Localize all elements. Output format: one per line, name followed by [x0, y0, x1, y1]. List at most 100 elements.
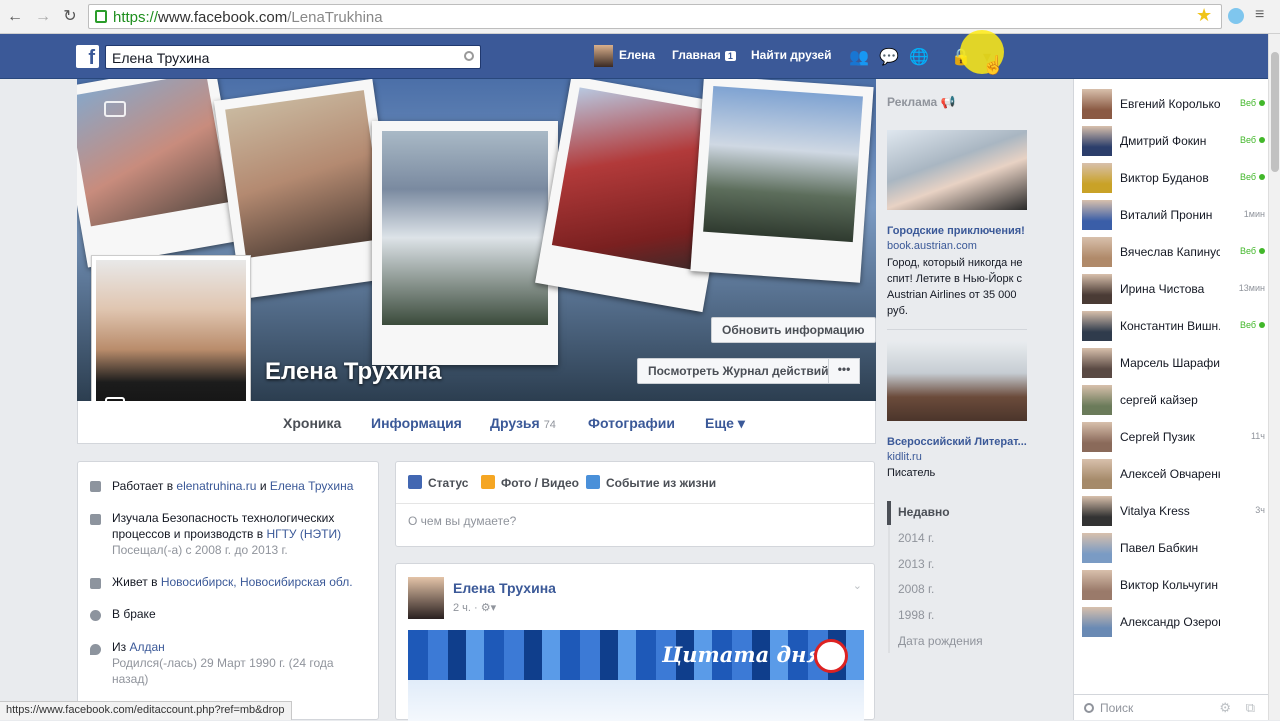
profile-link[interactable]: Елена	[619, 48, 655, 62]
chat-contact[interactable]: Вячеслав Капинус Веб	[1082, 235, 1265, 269]
chat-contact-status: 1мин	[1243, 209, 1265, 219]
ad-2-body: Писатель	[887, 467, 936, 479]
forward-icon[interactable]: →	[32, 6, 54, 28]
scrollbar-thumb[interactable]	[1271, 52, 1279, 172]
messages-icon[interactable]: 💬	[879, 47, 899, 66]
timeline-year-2014[interactable]: 2014 г.	[898, 531, 934, 545]
photo-icon	[481, 475, 495, 489]
timeline-year-1998[interactable]: 1998 г.	[898, 608, 934, 622]
chat-settings-gear-icon[interactable]: ⚙	[1219, 700, 1231, 716]
chat-contact[interactable]: Виталий Пронин 1мин	[1082, 198, 1265, 232]
timeline-year-2008[interactable]: 2008 г.	[898, 582, 934, 596]
chat-contact-status: Веб	[1240, 320, 1265, 330]
chat-contact[interactable]: Константин Вишн... Веб	[1082, 309, 1265, 343]
browser-menu-icon[interactable]: ≡	[1255, 6, 1264, 24]
chat-contact[interactable]: Алексей Овчаренко	[1082, 457, 1265, 491]
chat-contact-status: Веб	[1240, 98, 1265, 108]
tab-more[interactable]: Еще ▾	[705, 415, 745, 432]
chat-contact-avatar	[1082, 422, 1112, 452]
facebook-logo-icon[interactable]: f	[76, 45, 99, 69]
chat-contact-avatar	[1082, 311, 1112, 341]
chat-contact[interactable]: Ирина Чистова 13мин	[1082, 272, 1265, 306]
post-author-avatar[interactable]	[408, 577, 444, 619]
tab-friends[interactable]: Друзья 74	[490, 415, 556, 431]
chat-contact-name: Евгений Корольков	[1120, 97, 1220, 111]
search-input[interactable]: Елена Трухина	[105, 45, 481, 69]
ad-1-host[interactable]: book.austrian.com	[887, 240, 977, 252]
address-bar[interactable]: https://www.facebook.com/LenaTrukhina	[88, 4, 1222, 29]
chat-contact-status: Веб	[1240, 135, 1265, 145]
page-scrollbar[interactable]	[1268, 34, 1280, 720]
chat-contact-status: 13мин	[1238, 283, 1265, 293]
chat-contact[interactable]: Александр Озеров	[1082, 605, 1265, 639]
audience-icon[interactable]: ⚙▾	[481, 602, 496, 614]
ad-1-title[interactable]: Городские приключения!	[887, 225, 1037, 237]
notifications-globe-icon[interactable]: 🌐	[909, 47, 929, 66]
chat-contact-name: сергей кайзер	[1120, 393, 1198, 407]
chat-contact-avatar	[1082, 607, 1112, 637]
ad-1-image[interactable]	[887, 130, 1027, 210]
chat-contact-name: Дмитрий Фокин	[1120, 134, 1207, 148]
post-options-chevron-icon[interactable]: ⌄	[853, 579, 862, 592]
intro-panel: Работает в elenatruhina.ru и Елена Трухи…	[77, 461, 379, 720]
chat-popout-icon[interactable]: ⧉	[1246, 700, 1255, 716]
chat-contact[interactable]: Виктор Кольчугин	[1082, 568, 1265, 602]
post-author-name[interactable]: Елена Трухина	[453, 580, 556, 596]
chat-contact-avatar	[1082, 533, 1112, 563]
post-image[interactable]: Цитата дня	[408, 630, 864, 680]
chat-contact[interactable]: Евгений Корольков Веб	[1082, 87, 1265, 121]
flag-icon	[586, 475, 600, 489]
education-link[interactable]: НГТУ (НЭТИ)	[266, 527, 341, 541]
from-link[interactable]: Алдан	[129, 640, 164, 654]
chat-contact[interactable]: Сергей Пузик 11ч	[1082, 420, 1265, 454]
chat-contact-name: Виктор Кольчугин	[1120, 578, 1218, 592]
back-icon[interactable]: ←	[4, 6, 26, 28]
extension-icon[interactable]	[1228, 8, 1244, 24]
friends-count: 74	[543, 419, 556, 431]
chat-contact[interactable]: Дмитрий Фокин Веб	[1082, 124, 1265, 158]
chat-contact[interactable]: сергей кайзер	[1082, 383, 1265, 417]
composer-life-event-tab[interactable]: Событие из жизни	[586, 475, 716, 490]
composer-divider	[396, 503, 874, 504]
update-info-button[interactable]: Обновить информацию	[711, 317, 876, 343]
chat-contact-avatar	[1082, 89, 1112, 119]
more-options-button[interactable]: •••	[828, 358, 860, 384]
timeline-nav-active-bar	[887, 501, 891, 525]
work-link-2[interactable]: Елена Трухина	[270, 479, 354, 493]
tab-timeline[interactable]: Хроника	[283, 415, 341, 431]
lives-link[interactable]: Новосибирск, Новосибирская обл.	[161, 575, 353, 589]
ad-2-title[interactable]: Всероссийский Литерат...	[887, 436, 1037, 448]
tab-photos[interactable]: Фотографии	[588, 415, 675, 431]
bookmark-star-icon[interactable]: ★	[1196, 5, 1212, 26]
ads-column: Реклама 📢 Городские приключения! book.au…	[876, 79, 1039, 720]
ad-2-host[interactable]: kidlit.ru	[887, 451, 922, 463]
search-icon[interactable]	[464, 51, 474, 61]
post-timestamp[interactable]: 2 ч. · ⚙▾	[453, 601, 496, 614]
composer-photo-tab[interactable]: Фото / Видео	[481, 475, 579, 490]
find-friends-link[interactable]: Найти друзей	[751, 48, 831, 62]
chat-search[interactable]: Поиск ⚙ ⧉	[1074, 694, 1269, 720]
composer-status-tab[interactable]: Статус	[408, 475, 468, 490]
change-cover-camera-icon[interactable]	[104, 101, 126, 117]
ad-2-image[interactable]	[887, 341, 1027, 421]
friend-requests-icon[interactable]: 👥	[849, 47, 869, 66]
chat-contact[interactable]: Марсель Шарафиев	[1082, 346, 1265, 380]
activity-log-button[interactable]: Посмотреть Журнал действий	[637, 358, 840, 384]
intro-from: Из Алдан Родился(-лась) 29 Март 1990 г. (…	[112, 640, 334, 686]
reload-icon[interactable]: ↻	[59, 6, 81, 28]
timeline-year-birth[interactable]: Дата рождения	[898, 634, 983, 648]
tab-about[interactable]: Информация	[371, 415, 462, 431]
user-avatar[interactable]	[594, 45, 613, 67]
home-link[interactable]: Главная 1	[672, 48, 736, 62]
url-text: https://www.facebook.com/LenaTrukhina	[113, 9, 383, 26]
chat-contact-name: Vitalya Kress	[1120, 504, 1190, 518]
work-link-1[interactable]: elenatruhina.ru	[176, 479, 256, 493]
composer-input[interactable]: О чем вы думаете?	[408, 514, 516, 528]
chat-contact[interactable]: Vitalya Kress 3ч	[1082, 494, 1265, 528]
chat-contact[interactable]: Павел Бабкин	[1082, 531, 1265, 565]
chat-contact-status: 11ч	[1250, 431, 1265, 441]
online-dot-icon	[1259, 248, 1265, 254]
timeline-year-recent[interactable]: Недавно	[898, 505, 950, 519]
timeline-year-2013[interactable]: 2013 г.	[898, 557, 934, 571]
chat-contact[interactable]: Виктор Буданов Веб	[1082, 161, 1265, 195]
